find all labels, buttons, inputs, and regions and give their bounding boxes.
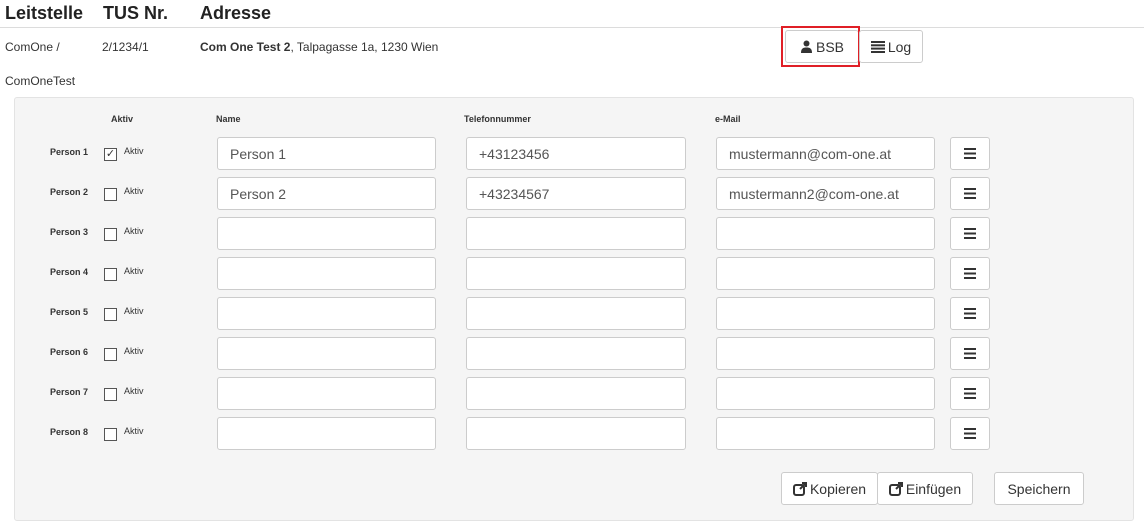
log-button[interactable]: Log [859,30,923,63]
menu-icon [964,428,976,439]
person-label: Person 8 [50,427,89,437]
name-input[interactable] [217,337,436,370]
email-input[interactable] [716,377,935,410]
name-input[interactable] [217,297,436,330]
person-label: Person 3 [50,227,89,237]
phone-input[interactable] [466,257,686,290]
menu-icon [964,348,976,359]
email-input[interactable] [716,217,935,250]
header-leitstelle: Leitstelle [5,3,84,23]
list-icon [870,40,885,53]
name-input[interactable] [217,377,436,410]
tus-nr-value: 2/1234/1 [102,40,149,54]
column-header-telefon: Telefonnummer [464,114,531,124]
copy-button[interactable]: Kopieren [781,472,878,505]
aktiv-checkbox[interactable] [104,348,117,361]
phone-input[interactable] [466,377,686,410]
name-input[interactable] [217,177,436,210]
aktiv-checkbox[interactable] [104,268,117,281]
email-input[interactable] [716,297,935,330]
person-label: Person 1 [50,147,89,157]
menu-icon [964,388,976,399]
log-button-label: Log [887,38,912,55]
aktiv-checkbox-label: Aktiv [124,306,144,316]
external-link-icon [792,481,807,496]
row-menu-button[interactable] [950,337,990,370]
row-menu-button[interactable] [950,137,990,170]
phone-input[interactable] [466,177,686,210]
aktiv-checkbox[interactable] [104,388,117,401]
aktiv-checkbox-label: Aktiv [124,146,144,156]
email-input[interactable] [716,177,935,210]
name-input[interactable] [217,257,436,290]
column-header-aktiv: Aktiv [111,114,134,124]
menu-icon [964,228,976,239]
save-button-label: Speichern [1007,480,1071,497]
menu-icon [964,148,976,159]
bsb-highlight-box [781,26,860,67]
menu-icon [964,268,976,279]
row-menu-button[interactable] [950,257,990,290]
row-menu-button[interactable] [950,177,990,210]
email-input[interactable] [716,137,935,170]
phone-input[interactable] [466,417,686,450]
row-menu-button[interactable] [950,417,990,450]
external-link-icon [888,481,903,496]
menu-icon [964,188,976,199]
paste-button[interactable]: Einfügen [877,472,973,505]
copy-button-label: Kopieren [809,480,867,497]
address-rest: , Talpagasse 1a, 1230 Wien [290,40,439,54]
phone-input[interactable] [466,137,686,170]
aktiv-checkbox-label: Aktiv [124,346,144,356]
person-label: Person 7 [50,387,89,397]
person-label: Person 5 [50,307,89,317]
aktiv-checkbox[interactable] [104,188,117,201]
aktiv-checkbox[interactable] [104,228,117,241]
aktiv-checkbox-label: Aktiv [124,226,144,236]
aktiv-checkbox[interactable] [104,428,117,441]
name-input[interactable] [217,137,436,170]
person-label: Person 2 [50,187,89,197]
aktiv-checkbox-label: Aktiv [124,266,144,276]
name-input[interactable] [217,417,436,450]
row-menu-button[interactable] [950,377,990,410]
phone-input[interactable] [466,217,686,250]
phone-input[interactable] [466,337,686,370]
aktiv-checkbox-label: Aktiv [124,386,144,396]
aktiv-checkbox[interactable] [104,308,117,321]
header-tus-nr: TUS Nr. [103,3,169,23]
header-divider [0,27,1144,28]
aktiv-checkbox-label: Aktiv [124,426,144,436]
address-name: Com One Test 2 [200,40,291,54]
aktiv-checkbox-label: Aktiv [124,186,144,196]
leitstelle-value-line2: ComOneTest [5,74,76,88]
row-menu-button[interactable] [950,217,990,250]
email-input[interactable] [716,257,935,290]
email-input[interactable] [716,337,935,370]
address-value: Com One Test 2, Talpagasse 1a, 1230 Wien [200,40,438,54]
phone-input[interactable] [466,297,686,330]
menu-icon [964,308,976,319]
header-adresse: Adresse [200,3,272,23]
aktiv-checkbox[interactable]: ✓ [104,148,117,161]
name-input[interactable] [217,217,436,250]
save-button[interactable]: Speichern [994,472,1084,505]
column-header-name: Name [216,114,241,124]
email-input[interactable] [716,417,935,450]
person-label: Person 4 [50,267,89,277]
column-header-email: e-Mail [715,114,741,124]
paste-button-label: Einfügen [905,480,962,497]
row-menu-button[interactable] [950,297,990,330]
leitstelle-value-line1: ComOne / [5,40,60,54]
person-label: Person 6 [50,347,89,357]
